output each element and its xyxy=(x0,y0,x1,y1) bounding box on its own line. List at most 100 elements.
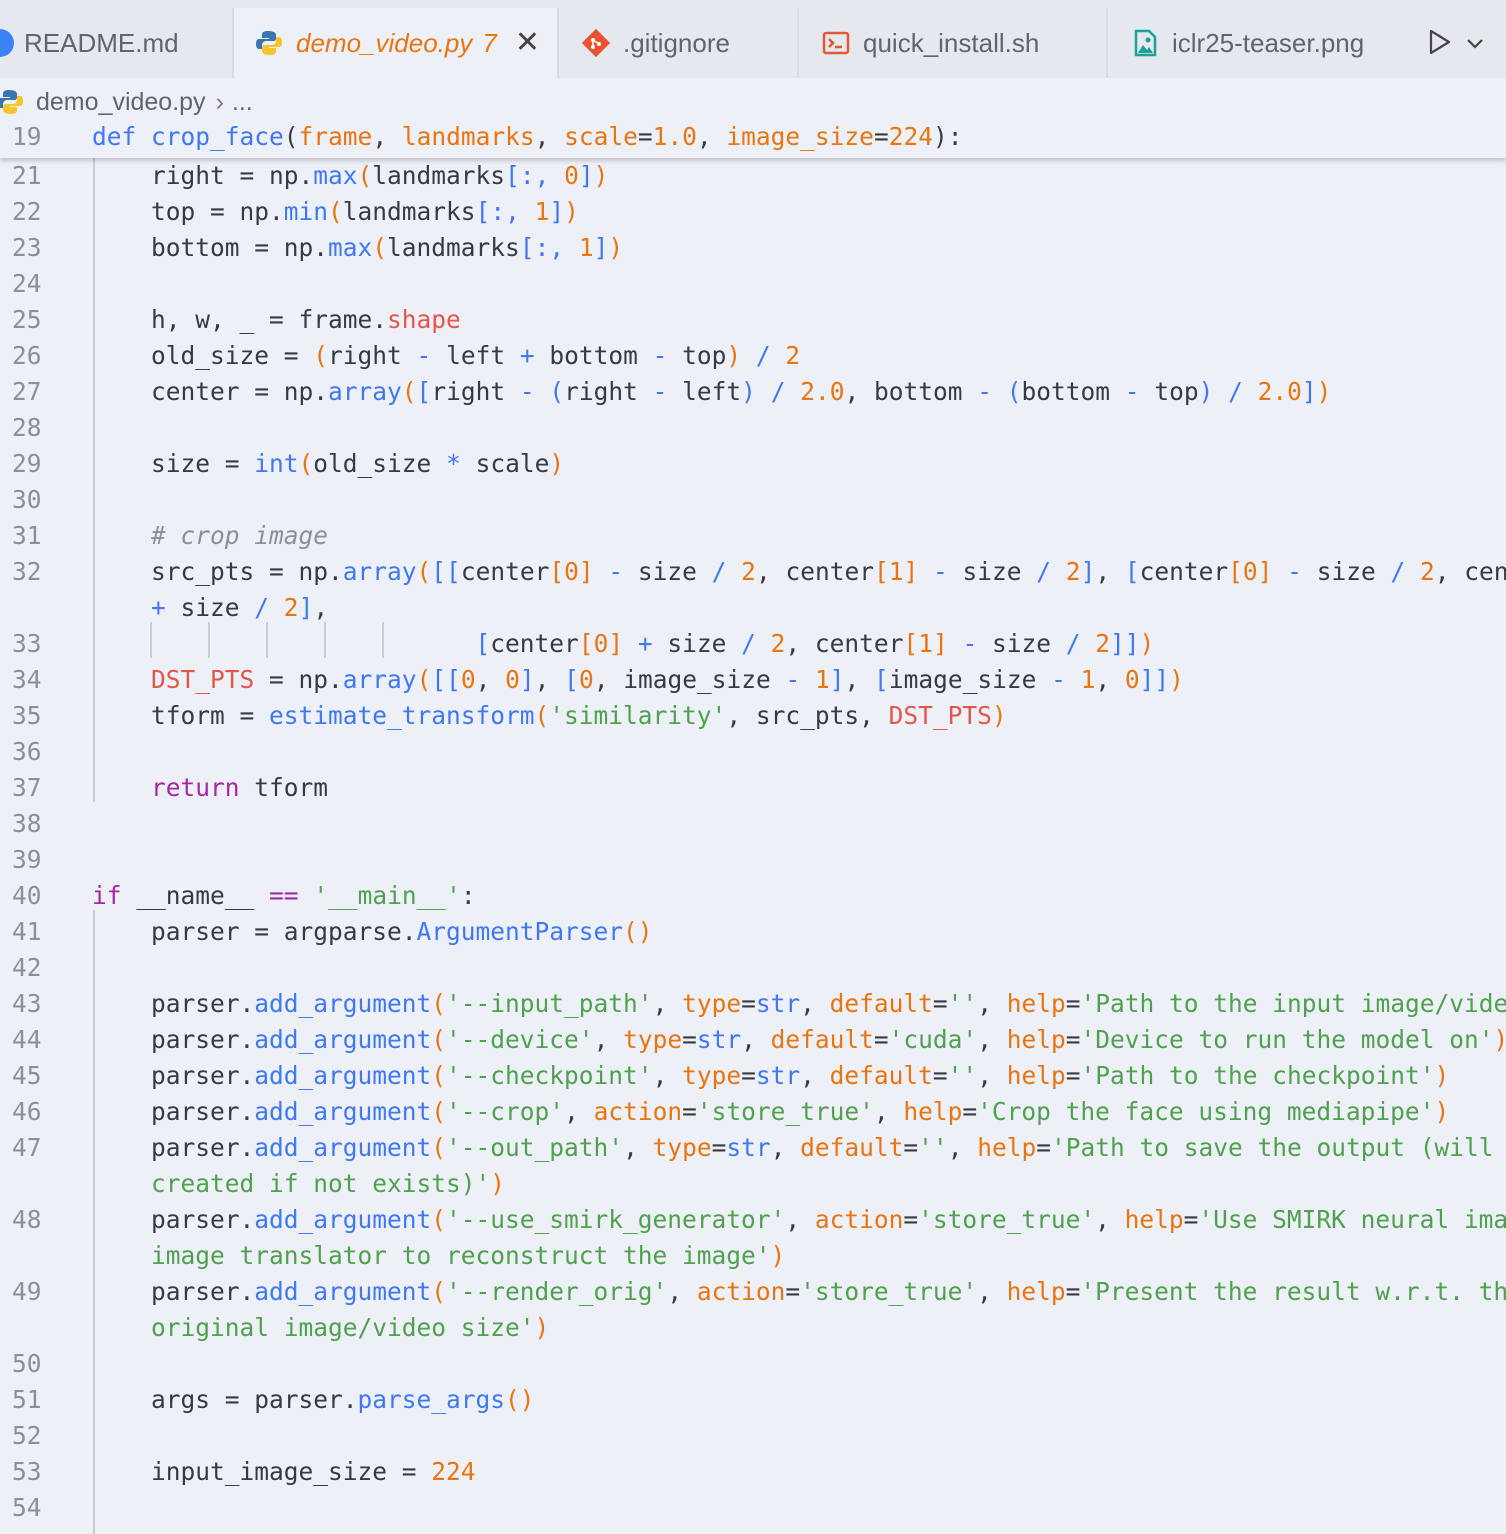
code-line[interactable]: 34 DST_PTS = np.array([[0, 0], [0, image… xyxy=(0,662,1506,698)
code-line[interactable]: 50 xyxy=(0,1346,1506,1382)
code-token: 2.0 xyxy=(1257,377,1302,406)
code-token: image translator to reconstruct the imag… xyxy=(92,1241,771,1270)
code-token: original image/video size' xyxy=(92,1313,535,1342)
code-line[interactable]: created if not exists)') xyxy=(0,1166,1506,1202)
code-line[interactable]: 40 if __name__ == '__main__': xyxy=(0,878,1506,914)
code-token: image_size xyxy=(726,122,874,151)
line-number: 53 xyxy=(12,1457,42,1486)
code-line[interactable]: 54 xyxy=(0,1490,1506,1526)
tab-label: demo_video.py xyxy=(296,27,473,58)
code-line[interactable]: 53 input_image_size = 224 xyxy=(0,1454,1506,1490)
code-line[interactable]: 21 right = np.max(landmarks[:, 0]) xyxy=(0,158,1506,194)
sticky-code-line: def crop_face(frame, landmarks, scale=1.… xyxy=(92,122,962,151)
code-line[interactable]: 30 xyxy=(0,482,1506,518)
code-token: ( xyxy=(431,1025,447,1054)
line-number: 52 xyxy=(12,1421,42,1450)
code-line[interactable]: 23 bottom = np.max(landmarks[:, 1]) xyxy=(0,230,1506,266)
code-token: add_argument xyxy=(254,1025,432,1054)
code-text: parser.add_argument('--render_orig', act… xyxy=(92,1274,1506,1310)
code-line[interactable]: 38 xyxy=(0,806,1506,842)
code-token: / xyxy=(755,377,801,406)
code-line[interactable]: 52 xyxy=(0,1418,1506,1454)
code-token: src_pts = np. xyxy=(92,557,343,586)
code-token: ] xyxy=(903,557,919,586)
code-token: image_size xyxy=(888,665,1052,694)
code-token: top xyxy=(1139,377,1199,406)
code-line[interactable]: 43 parser.add_argument('--input_path', t… xyxy=(0,986,1506,1022)
code-token: ( xyxy=(313,341,329,370)
breadcrumb-symbol[interactable]: ... xyxy=(232,88,253,117)
code-line[interactable]: 49 parser.add_argument('--render_orig', … xyxy=(0,1274,1506,1310)
tab-demo-video[interactable]: demo_video.py 7 ✕ xyxy=(234,8,559,78)
line-number: 49 xyxy=(12,1277,42,1306)
code-line[interactable]: 37 return tform xyxy=(0,770,1506,806)
code-token: / xyxy=(1213,377,1258,406)
code-token: ( xyxy=(298,449,314,478)
code-text: parser.add_argument('--out_path', type=s… xyxy=(92,1130,1506,1166)
git-icon xyxy=(581,28,611,58)
code-token: ] xyxy=(298,593,314,622)
line-number: 39 xyxy=(12,845,42,874)
code-line[interactable]: 35 tform = estimate_transform('similarit… xyxy=(0,698,1506,734)
code-token: ( xyxy=(431,1277,447,1306)
breadcrumb-file[interactable]: demo_video.py xyxy=(36,88,206,117)
code-token: scale xyxy=(564,122,638,151)
tab-readme[interactable]: README.md xyxy=(0,8,234,78)
code-line[interactable]: 28 xyxy=(0,410,1506,446)
code-line[interactable]: original image/video size') xyxy=(0,1310,1506,1346)
code-line[interactable]: 27 center = np.array([right - (right - l… xyxy=(0,374,1506,410)
code-token: - xyxy=(593,557,638,586)
code-text: if __name__ == '__main__': xyxy=(92,878,476,914)
code-text: tform = estimate_transform('similarity',… xyxy=(92,698,1007,734)
code-line[interactable]: image translator to reconstruct the imag… xyxy=(0,1238,1506,1274)
chevron-down-icon[interactable] xyxy=(1466,36,1484,54)
code-line[interactable]: 31 # crop image xyxy=(0,518,1506,554)
code-line[interactable]: 22 top = np.min(landmarks[:, 1]) xyxy=(0,194,1506,230)
run-icon[interactable] xyxy=(1428,28,1452,61)
sticky-scroll-header[interactable]: 19 def crop_face(frame, landmarks, scale… xyxy=(0,122,1506,158)
code-token: ( xyxy=(416,665,432,694)
code-token: ( xyxy=(357,161,373,190)
code-line[interactable]: 29 size = int(old_size * scale) xyxy=(0,446,1506,482)
code-line[interactable]: 47 parser.add_argument('--out_path', typ… xyxy=(0,1130,1506,1166)
code-line[interactable]: 36 xyxy=(0,734,1506,770)
code-line[interactable]: 32 src_pts = np.array([[center[0] - size… xyxy=(0,554,1506,590)
code-line[interactable]: 41 parser = argparse.ArgumentParser() xyxy=(0,914,1506,950)
code-line[interactable]: + size / 2], xyxy=(0,590,1506,626)
code-token: return xyxy=(151,773,240,802)
code-line[interactable]: 25 h, w, _ = frame.shape xyxy=(0,302,1506,338)
code-line[interactable]: 44 parser.add_argument('--device', type=… xyxy=(0,1022,1506,1058)
code-token: add_argument xyxy=(254,1097,432,1126)
code-token: add_argument xyxy=(254,989,432,1018)
tab-gitignore[interactable]: .gitignore xyxy=(559,8,799,78)
code-line[interactable]: 33 [center[0] + size / 2, center[1] - si… xyxy=(0,626,1506,662)
code-token: ) xyxy=(1494,1025,1506,1054)
tab-iclr-teaser[interactable]: iclr25-teaser.png xyxy=(1108,8,1418,78)
code-token: type xyxy=(682,1061,742,1090)
code-line[interactable]: 24 xyxy=(0,266,1506,302)
line-number: 28 xyxy=(12,413,42,442)
code-line[interactable]: 39 xyxy=(0,842,1506,878)
code-line[interactable]: 51 args = parser.parse_args() xyxy=(0,1382,1506,1418)
code-line[interactable]: 55 xyxy=(0,1526,1506,1534)
code-line[interactable]: 26 old_size = (right - left + bottom - t… xyxy=(0,338,1506,374)
code-token: '' xyxy=(947,1061,978,1090)
code-line[interactable]: 46 parser.add_argument('--crop', action=… xyxy=(0,1094,1506,1130)
code-line[interactable]: 45 parser.add_argument('--checkpoint', t… xyxy=(0,1058,1506,1094)
code-token: '--render_orig' xyxy=(446,1277,668,1306)
code-line[interactable]: 48 parser.add_argument('--use_smirk_gene… xyxy=(0,1202,1506,1238)
tab-bar: README.md demo_video.py 7 ✕ .gitignore q… xyxy=(0,0,1506,78)
code-token: 1 xyxy=(1080,665,1096,694)
indent-guide xyxy=(266,622,268,658)
code-editor[interactable]: 21 right = np.max(landmarks[:, 0]) 22 top… xyxy=(0,122,1506,1534)
code-token: 'Use SMIRK neural image xyxy=(1198,1205,1506,1234)
code-token: ( xyxy=(1006,377,1022,406)
code-token: size xyxy=(1316,557,1376,586)
code-line[interactable]: 42 xyxy=(0,950,1506,986)
tab-quick-install[interactable]: quick_install.sh xyxy=(799,8,1108,78)
code-token: [ xyxy=(1228,557,1243,586)
code-token: = xyxy=(1065,1061,1081,1090)
close-icon[interactable]: ✕ xyxy=(515,28,540,58)
